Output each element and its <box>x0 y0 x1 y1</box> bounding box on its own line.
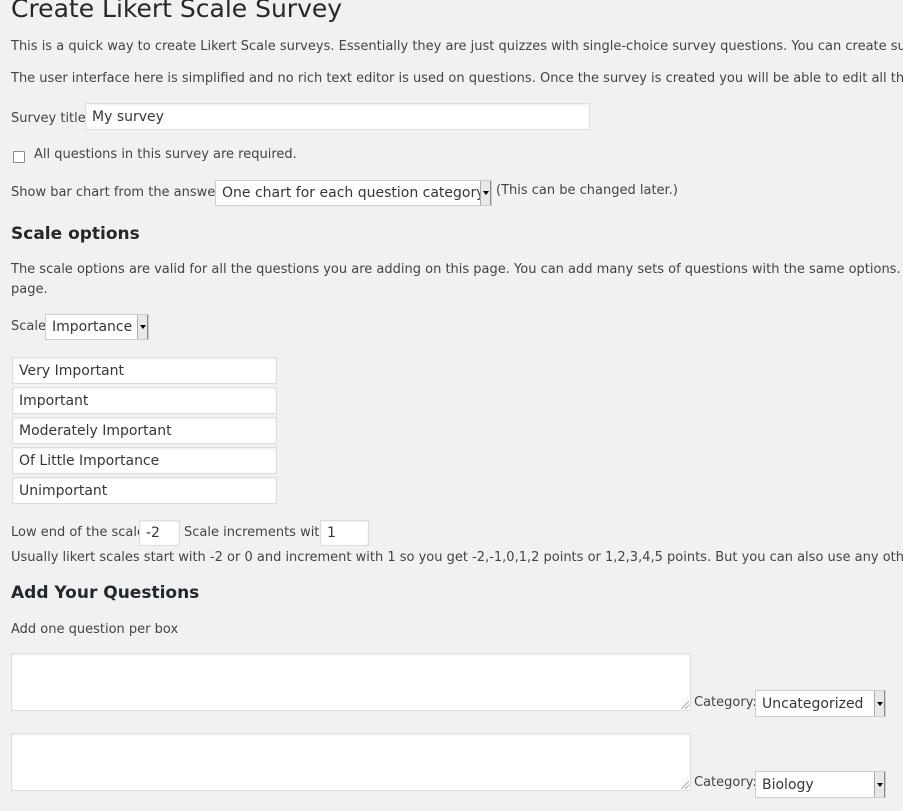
required-label: All questions in this survey are require… <box>34 147 297 162</box>
bar-chart-note: (This can be changed later.) <box>496 183 678 198</box>
scale-description-line2: page. <box>11 282 48 297</box>
intro-paragraph-1: This is a quick way to create Likert Sca… <box>11 39 903 54</box>
chevron-down-icon <box>874 772 885 797</box>
scale-option-input[interactable]: Moderately Important <box>12 417 277 444</box>
category-selected-value: Biology <box>762 776 814 793</box>
questions-instruction: Add one question per box <box>11 622 179 637</box>
low-end-input[interactable]: -2 <box>139 520 180 546</box>
scale-hint: Usually likert scales start with -2 or 0… <box>11 550 903 565</box>
scale-description-line1: The scale options are valid for all the … <box>11 262 903 277</box>
scale-option-input[interactable]: Of Little Importance <box>12 447 277 474</box>
category-select[interactable]: Uncategorized <box>755 690 886 717</box>
scale-label: Scale <box>11 319 46 334</box>
scale-option-input[interactable]: Important <box>12 387 277 414</box>
chevron-down-icon <box>137 315 148 339</box>
scale-selected-value: Importance <box>52 319 133 335</box>
category-select[interactable]: Biology <box>755 771 886 798</box>
question-textarea[interactable] <box>11 733 691 791</box>
increment-input[interactable]: 1 <box>320 520 369 546</box>
chevron-down-icon <box>874 691 885 716</box>
chevron-down-icon <box>480 181 491 205</box>
question-textarea[interactable] <box>11 653 691 711</box>
bar-chart-selected-value: One chart for each question category <box>222 185 485 201</box>
add-questions-heading: Add Your Questions <box>11 583 200 603</box>
page-title: Create Likert Scale Survey <box>11 0 343 23</box>
intro-paragraph-2: The user interface here is simplified an… <box>11 71 903 86</box>
survey-title-label: Survey title: <box>11 111 91 126</box>
bar-chart-select[interactable]: One chart for each question category <box>215 180 492 206</box>
category-label: Category: <box>694 775 757 790</box>
bar-chart-label: Show bar chart from the answers: <box>11 185 232 200</box>
category-label: Category: <box>694 695 757 710</box>
category-selected-value: Uncategorized <box>762 695 864 712</box>
resize-grip-icon[interactable] <box>681 781 689 789</box>
scale-option-input[interactable]: Very Important <box>12 357 277 384</box>
scale-option-input[interactable]: Unimportant <box>12 477 277 504</box>
scale-select[interactable]: Importance <box>45 314 149 340</box>
likert-survey-page: Create Likert Scale Survey This is a qui… <box>0 0 903 811</box>
survey-title-input[interactable]: My survey <box>85 103 590 130</box>
resize-grip-icon[interactable] <box>681 701 689 709</box>
increment-label: Scale increments with: <box>184 525 333 540</box>
scale-options-heading: Scale options <box>11 224 140 244</box>
required-checkbox[interactable] <box>13 151 25 163</box>
low-end-label: Low end of the scale: <box>11 525 150 540</box>
